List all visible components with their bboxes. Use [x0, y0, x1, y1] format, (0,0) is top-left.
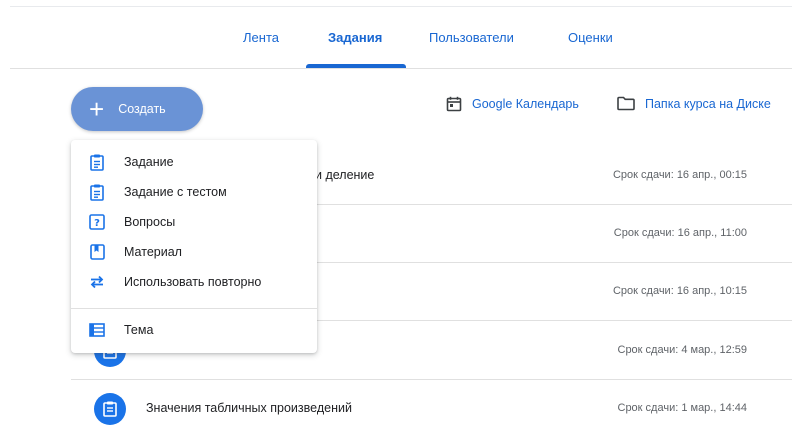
tab-assignments[interactable]: Задания — [328, 30, 382, 45]
assignment-due: Срок сдачи: 4 мар., 12:59 — [617, 344, 748, 356]
quiz-assignment-icon — [87, 182, 107, 202]
material-icon — [87, 242, 107, 262]
question-icon: ? — [87, 212, 107, 232]
tab-grades[interactable]: Оценки — [568, 30, 613, 45]
assignment-row[interactable]: Значения табличных произведений Срок сда… — [71, 380, 792, 437]
folder-icon — [617, 96, 635, 111]
menu-divider — [71, 308, 317, 309]
menu-item-label: Вопросы — [124, 215, 176, 229]
tab-people[interactable]: Пользователи — [429, 30, 514, 45]
assignment-title: и деление — [315, 168, 375, 182]
plus-icon: + — [89, 94, 105, 124]
menu-item-material[interactable]: Материал — [71, 237, 317, 267]
svg-text:?: ? — [94, 218, 100, 229]
assignment-due: Срок сдачи: 16 апр., 00:15 — [612, 169, 747, 181]
menu-item-quiz-assignment[interactable]: Задание с тестом — [71, 177, 317, 207]
tabs-divider — [10, 68, 792, 69]
google-calendar-label: Google Календарь — [472, 97, 579, 111]
calendar-icon — [446, 96, 462, 112]
tab-bar: Лента Задания Пользователи Оценки — [0, 0, 792, 69]
menu-item-label: Задание — [124, 155, 174, 169]
tab-feed[interactable]: Лента — [243, 30, 279, 45]
assignment-icon — [94, 393, 126, 425]
assignment-due: Срок сдачи: 16 апр., 11:00 — [613, 227, 747, 239]
menu-item-label: Материал — [124, 245, 182, 259]
assignment-title: Значения табличных произведений — [146, 401, 352, 415]
menu-item-label: Задание с тестом — [124, 185, 227, 199]
menu-item-reuse[interactable]: Использовать повторно — [71, 267, 317, 297]
create-button[interactable]: + Создать — [71, 87, 203, 131]
menu-item-topic[interactable]: Тема — [71, 315, 317, 345]
topic-icon — [87, 320, 107, 340]
assignment-icon — [87, 152, 107, 172]
menu-item-label: Тема — [124, 323, 154, 337]
menu-item-assignment[interactable]: Задание — [71, 147, 317, 177]
drive-folder-link[interactable]: Папка курса на Диске — [617, 96, 771, 111]
menu-item-question[interactable]: ? Вопросы — [71, 207, 317, 237]
google-calendar-link[interactable]: Google Календарь — [446, 96, 579, 112]
assignment-due: Срок сдачи: 1 мар., 14:44 — [617, 402, 748, 414]
create-button-label: Создать — [118, 102, 166, 116]
assignment-due: Срок сдачи: 16 апр., 10:15 — [612, 285, 747, 297]
drive-folder-label: Папка курса на Диске — [645, 96, 771, 111]
create-menu: Задание Задание с тестом ? Вопросы Матер… — [71, 140, 317, 353]
reuse-icon — [87, 272, 107, 292]
menu-item-label: Использовать повторно — [124, 275, 262, 289]
